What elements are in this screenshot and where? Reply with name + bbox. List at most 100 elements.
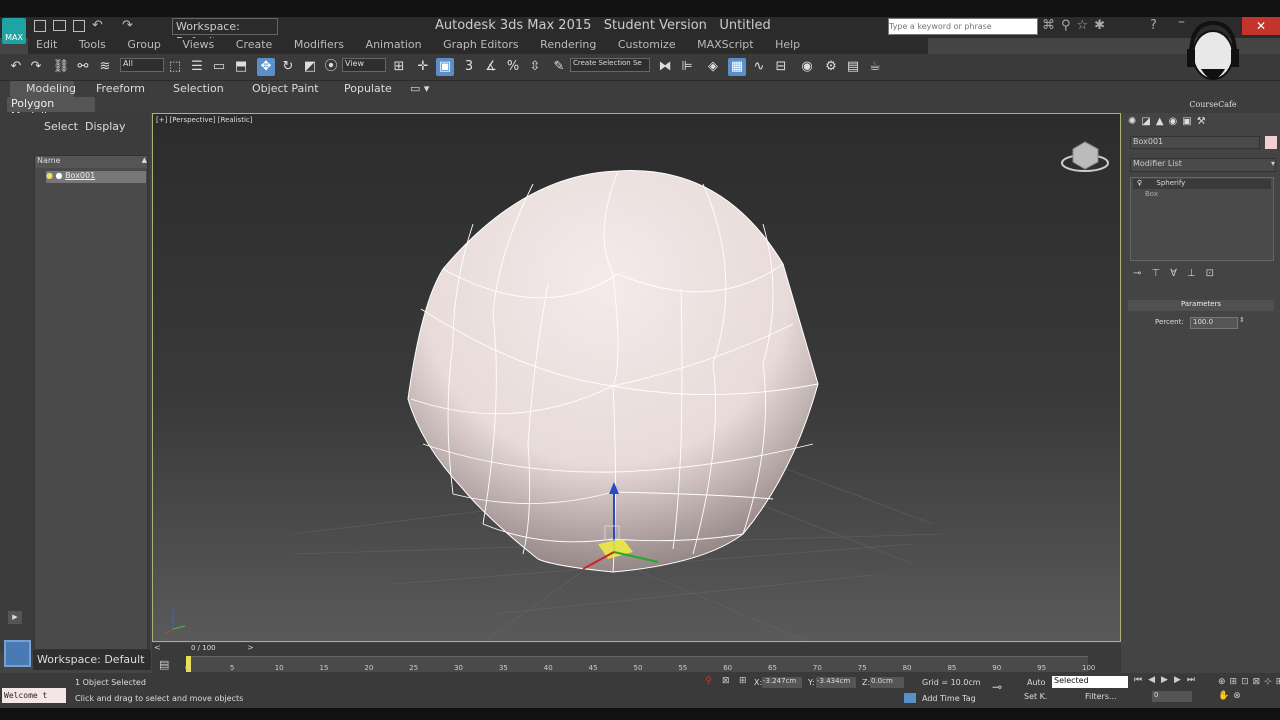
menu-tools[interactable]: Tools xyxy=(79,38,106,51)
key-icon[interactable]: ⊸ xyxy=(992,680,1002,694)
render-setup-icon[interactable]: ⚙ xyxy=(822,58,840,76)
tab-object-paint[interactable]: Object Paint xyxy=(252,82,319,95)
current-frame-field[interactable]: 0 xyxy=(1152,691,1192,702)
bind-spacewarp-icon[interactable]: ≋ xyxy=(96,58,114,76)
spinner-snap-icon[interactable]: ⇳ xyxy=(526,58,544,76)
menu-graph-editors[interactable]: Graph Editors xyxy=(443,38,519,51)
scene-tab-select[interactable]: Select xyxy=(44,120,78,133)
menu-views[interactable]: Views xyxy=(182,38,214,51)
pivot-center-icon[interactable]: ⊞ xyxy=(390,58,408,76)
select-by-name-icon[interactable]: ☰ xyxy=(188,58,206,76)
app-menu-button[interactable]: MAX xyxy=(2,18,26,44)
tab-freeform[interactable]: Freeform xyxy=(96,82,145,95)
time-tag-icon[interactable] xyxy=(904,693,916,703)
menu-customize[interactable]: Customize xyxy=(618,38,676,51)
x-coordinate[interactable]: -3.247cm xyxy=(762,677,802,688)
menu-rendering[interactable]: Rendering xyxy=(540,38,596,51)
menu-help[interactable]: Help xyxy=(775,38,800,51)
object-name-field[interactable]: Box001 xyxy=(1130,136,1260,149)
workspace-icon[interactable] xyxy=(4,640,31,667)
redo-icon[interactable]: ↷ xyxy=(122,18,133,33)
angle-snap-icon[interactable]: ∡ xyxy=(482,58,500,76)
y-coordinate[interactable]: -3.434cm xyxy=(816,677,856,688)
new-icon[interactable] xyxy=(34,20,46,32)
save-icon[interactable] xyxy=(73,20,85,32)
viewport-nav-controls[interactable]: ⊕⊞⊡⊠⊹⊞✋⊗ xyxy=(1218,675,1280,703)
scene-column-header[interactable]: Name ▲ xyxy=(35,156,147,168)
stack-tools[interactable]: ⊸⊤∀⊥⊡ xyxy=(1133,268,1224,279)
mirror-icon[interactable]: ⧓ xyxy=(656,58,674,76)
tab-modeling[interactable]: Modeling xyxy=(26,82,76,95)
playback-controls[interactable]: ⏮◀▶▶⏭ xyxy=(1134,675,1201,685)
select-manipulate-icon[interactable]: ✛ xyxy=(414,58,432,76)
menu-create[interactable]: Create xyxy=(236,38,273,51)
curve-editor-toggle-icon[interactable]: ▤ xyxy=(159,658,169,671)
menu-modifiers[interactable]: Modifiers xyxy=(294,38,344,51)
percent-snap-icon[interactable]: % xyxy=(504,58,522,76)
absolute-mode-icon[interactable]: ⊞ xyxy=(739,676,747,686)
rect-region-icon[interactable]: ▭ xyxy=(210,58,228,76)
menu-animation[interactable]: Animation xyxy=(366,38,422,51)
prev-frame-icon[interactable]: < xyxy=(154,643,161,652)
undo-icon[interactable]: ↶ xyxy=(7,58,25,76)
help-icon[interactable]: ? xyxy=(1150,18,1157,33)
window-crossing-icon[interactable]: ⬒ xyxy=(232,58,250,76)
maxscript-listener[interactable]: Welcome t xyxy=(2,688,66,703)
key-filters-button[interactable]: Filters... xyxy=(1085,692,1117,701)
curve-editor-icon[interactable]: ∿ xyxy=(750,58,768,76)
unlink-icon[interactable]: ⚯ xyxy=(74,58,92,76)
tab-populate[interactable]: Populate xyxy=(344,82,392,95)
parameters-rollout-header[interactable]: Parameters xyxy=(1128,300,1274,311)
open-icon[interactable] xyxy=(53,20,66,31)
selection-filter-dropdown[interactable]: All xyxy=(120,58,164,72)
rotate-icon[interactable]: ↻ xyxy=(279,58,297,76)
expand-arrow-icon[interactable]: ▶ xyxy=(8,611,22,624)
redo-icon[interactable]: ↷ xyxy=(27,58,45,76)
scene-tab-display[interactable]: Display xyxy=(85,120,126,133)
search-input[interactable] xyxy=(888,18,1038,35)
place-icon[interactable]: ⦿ xyxy=(322,58,340,76)
next-frame-icon[interactable]: > xyxy=(247,643,254,652)
isolate-icon[interactable]: ⚲ xyxy=(705,676,712,686)
object-color-swatch[interactable] xyxy=(1265,136,1277,149)
scene-explorer-icon[interactable]: ▦ xyxy=(728,58,746,76)
ribbon-options-icon[interactable]: ▭ ▾ xyxy=(410,82,429,95)
perspective-viewport[interactable]: [+] [Perspective] [Realistic] xyxy=(152,113,1121,642)
keyboard-shortcut-icon[interactable]: ▣ xyxy=(436,58,454,76)
menu-edit[interactable]: Edit xyxy=(36,38,57,51)
menu-maxscript[interactable]: MAXScript xyxy=(697,38,753,51)
command-panel-tabs[interactable]: ✺◪▲◉▣⚒ xyxy=(1128,116,1240,130)
material-editor-icon[interactable]: ◉ xyxy=(798,58,816,76)
reference-coord-dropdown[interactable]: View xyxy=(342,58,386,72)
undo-icon[interactable]: ↶ xyxy=(92,18,103,33)
auto-key-button[interactable]: Auto xyxy=(1027,678,1046,687)
polygon-modeling-button[interactable]: Polygon Modeling xyxy=(7,97,95,123)
lock-icon[interactable]: ⊠ xyxy=(722,676,730,686)
render-icon[interactable]: ☕ xyxy=(866,58,884,76)
schematic-icon[interactable]: ⊟ xyxy=(772,58,790,76)
percent-spinner[interactable]: 100.0 xyxy=(1190,317,1238,329)
named-selection-dropdown[interactable]: Create Selection Se xyxy=(570,58,650,72)
workspace-selector[interactable]: Workspace: Default xyxy=(33,650,151,670)
tab-selection[interactable]: Selection xyxy=(173,82,224,95)
scene-row-box001[interactable]: ● ● Box001 xyxy=(46,171,146,183)
rendered-frame-icon[interactable]: ▤ xyxy=(844,58,862,76)
stack-item-box[interactable]: Box xyxy=(1145,190,1158,198)
scale-icon[interactable]: ◩ xyxy=(301,58,319,76)
link-icon[interactable]: ⛓ xyxy=(52,58,70,76)
edit-named-sel-icon[interactable]: ✎ xyxy=(550,58,568,76)
workspace-dropdown[interactable]: Workspace: Default xyxy=(172,18,278,48)
z-coordinate[interactable]: 0.0cm xyxy=(870,677,904,688)
select-object-icon[interactable]: ⬚ xyxy=(166,58,184,76)
modifier-list-dropdown[interactable]: Modifier List ▾ xyxy=(1130,158,1276,172)
spinner-arrows-icon[interactable]: ⇕ xyxy=(1239,316,1245,324)
key-mode-dropdown[interactable]: Selected xyxy=(1052,676,1128,688)
add-time-tag[interactable]: Add Time Tag xyxy=(922,694,976,703)
snaps-toggle-icon[interactable]: 3 xyxy=(460,58,478,76)
help-icons[interactable]: ⌘⚲☆✱ xyxy=(1042,18,1111,33)
close-icon[interactable]: ✕ xyxy=(1242,17,1280,35)
align-icon[interactable]: ⊫ xyxy=(678,58,696,76)
menu-group[interactable]: Group xyxy=(127,38,161,51)
move-icon[interactable]: ✥ xyxy=(257,58,275,76)
stack-item-spherify[interactable]: ♀ Spherify xyxy=(1133,179,1271,189)
